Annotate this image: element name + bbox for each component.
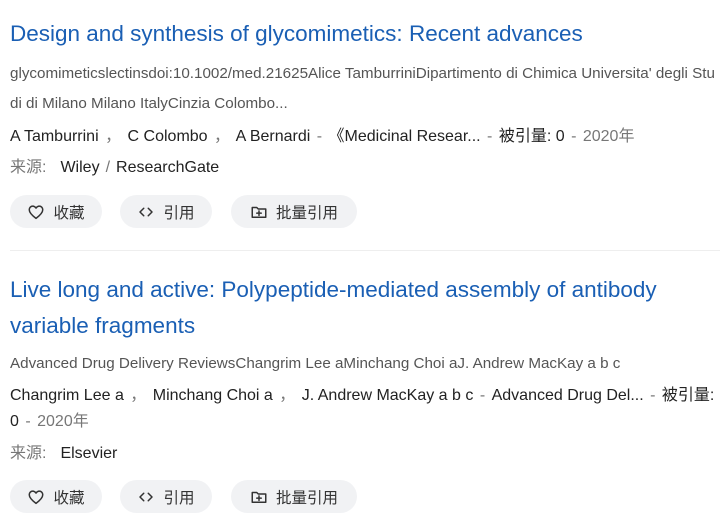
source-link[interactable]: Elsevier bbox=[60, 445, 117, 462]
result-abstract: glycomimeticslectinsdoi:10.1002/med.2162… bbox=[10, 65, 715, 112]
separator: - bbox=[482, 128, 497, 145]
result-abstract: Advanced Drug Delivery ReviewsChangrim L… bbox=[10, 355, 621, 372]
result-source: 来源: Wiley / ResearchGate bbox=[10, 155, 219, 181]
separator: - bbox=[645, 387, 660, 404]
code-brackets-icon bbox=[137, 488, 155, 506]
author-link[interactable]: Changrim Lee a bbox=[10, 387, 124, 404]
batch-cite-label: 批量引用 bbox=[275, 204, 338, 222]
author-link[interactable]: C Colombo bbox=[128, 128, 208, 145]
cited-label: 被引量: bbox=[661, 387, 715, 404]
result-meta: Changrim Lee a ， Minchang Choi a ， J. An… bbox=[10, 383, 716, 435]
folder-plus-icon bbox=[250, 488, 268, 506]
separator: ， bbox=[274, 387, 296, 404]
folder-plus-icon bbox=[250, 203, 268, 221]
separator: ， bbox=[100, 128, 122, 145]
batch-cite-button[interactable]: 批量引用 bbox=[231, 480, 357, 513]
favorite-label: 收藏 bbox=[53, 204, 85, 222]
result-title-link[interactable]: Live long and active: Polypeptide-mediat… bbox=[10, 272, 710, 344]
author-link[interactable]: J. Andrew MacKay a b c bbox=[302, 387, 474, 404]
author-link[interactable]: A Bernardi bbox=[236, 128, 311, 145]
separator: - bbox=[20, 413, 36, 430]
favorite-label: 收藏 bbox=[53, 489, 85, 507]
result-title-part[interactable]: Recent advances bbox=[403, 21, 583, 46]
result-title-link[interactable]: Design and synthesis of glycomimetics: R… bbox=[10, 16, 710, 52]
favorite-button[interactable]: 收藏 bbox=[10, 195, 102, 228]
source-separator: / bbox=[105, 159, 111, 176]
cite-label: 引用 bbox=[163, 204, 195, 222]
separator: - bbox=[566, 128, 581, 145]
favorite-button[interactable]: 收藏 bbox=[10, 480, 102, 513]
journal-link[interactable]: 《Medicinal Resear... bbox=[329, 128, 481, 145]
cited-count[interactable]: 0 bbox=[10, 413, 19, 430]
search-result: Design and synthesis of glycomimetics: R… bbox=[0, 0, 720, 250]
publication-year: 2020年 bbox=[582, 128, 635, 145]
result-divider bbox=[10, 250, 720, 251]
separator: ， bbox=[209, 128, 231, 145]
heart-icon bbox=[27, 488, 45, 506]
source-label: 来源: bbox=[10, 445, 47, 462]
publication-year: 2020年 bbox=[37, 413, 89, 430]
source-label: 来源: bbox=[10, 159, 47, 176]
separator: ， bbox=[125, 387, 147, 404]
source-link[interactable]: ResearchGate bbox=[116, 159, 219, 176]
batch-cite-button[interactable]: 批量引用 bbox=[231, 195, 357, 228]
code-brackets-icon bbox=[137, 203, 155, 221]
journal-link[interactable]: Advanced Drug Del... bbox=[492, 387, 644, 404]
cite-button[interactable]: 引用 bbox=[120, 480, 212, 513]
batch-cite-label: 批量引用 bbox=[275, 489, 338, 507]
cited-count[interactable]: 0 bbox=[556, 128, 565, 145]
cite-label: 引用 bbox=[163, 489, 195, 507]
separator: - bbox=[475, 387, 490, 404]
author-link[interactable]: A Tamburrini bbox=[10, 128, 99, 145]
result-title-part[interactable]: Live long and active bbox=[10, 277, 209, 302]
source-link[interactable]: Wiley bbox=[60, 159, 99, 176]
cited-label: 被引量: bbox=[498, 128, 552, 145]
result-meta: A Tamburrini ， C Colombo ， A Bernardi - … bbox=[10, 124, 716, 150]
result-source: 来源: Elsevier bbox=[10, 441, 117, 467]
cite-button[interactable]: 引用 bbox=[120, 195, 212, 228]
author-link[interactable]: Minchang Choi a bbox=[153, 387, 273, 404]
heart-icon bbox=[27, 203, 45, 221]
result-title-part[interactable]: Design and synthesis of glycomimetics bbox=[10, 21, 396, 46]
separator: - bbox=[312, 128, 327, 145]
search-result: Live long and active: Polypeptide-mediat… bbox=[0, 262, 720, 520]
